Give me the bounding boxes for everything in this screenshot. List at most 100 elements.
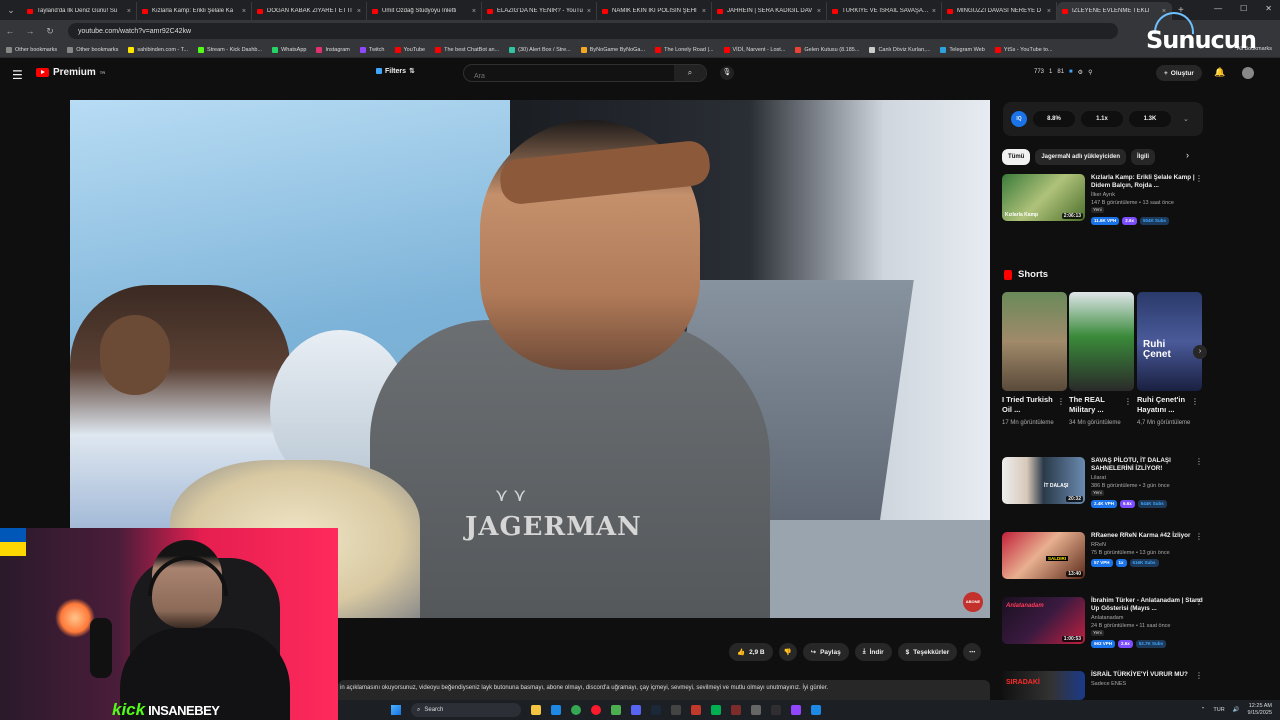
video-thumbnail[interactable]: SIRADAKİ	[1002, 671, 1085, 700]
subscribe-watermark[interactable]: ABONE OL	[963, 592, 983, 612]
bookmark-item[interactable]: Other bookmarks	[6, 46, 57, 53]
app-icon[interactable]	[731, 705, 741, 715]
bookmark-item[interactable]: Telegram Web	[940, 46, 985, 53]
app-icon[interactable]	[791, 705, 801, 715]
video-title[interactable]: İSRAİL TÜRKİYE'Yİ VURUR MU?	[1091, 671, 1203, 679]
volume-icon[interactable]: 🔊	[1233, 707, 1240, 713]
filters-button[interactable]: Filters ⇅	[376, 67, 415, 75]
thanks-button[interactable]: $ Teşekkürler	[897, 643, 958, 661]
edge-icon[interactable]	[551, 705, 561, 715]
short-title[interactable]: I Tried Turkish Oil ...	[1002, 395, 1062, 415]
related-video[interactable]: Kızlarla Kamp 2:06:13 Kızlarla Kamp: Eri…	[1002, 174, 1207, 225]
obs-icon[interactable]	[771, 705, 781, 715]
more-vert-icon[interactable]: ⋮	[1195, 174, 1203, 183]
more-vert-icon[interactable]: ⋮	[1195, 671, 1203, 680]
extension-chip-multiplier[interactable]: 1.1x	[1081, 111, 1123, 127]
bookmark-item[interactable]: Gelen Kutusu (8.185...	[795, 46, 859, 53]
chevron-right-icon[interactable]: ›	[1186, 150, 1189, 160]
short-thumbnail[interactable]	[1002, 292, 1067, 391]
video-title[interactable]: İbrahim Türker - Anlatanadam | Stand Up …	[1091, 597, 1203, 613]
close-tab-icon[interactable]: ×	[242, 8, 246, 15]
related-video[interactable]: Anlatanadam 1:00:53 İbrahim Türker - Anl…	[1002, 597, 1207, 648]
steam-icon[interactable]	[651, 705, 661, 715]
close-tab-icon[interactable]: ×	[357, 8, 361, 15]
back-icon[interactable]: ←	[0, 26, 20, 36]
browser-tab[interactable]: DOĞAN KABAK ZİYARET ETTİ ×	[252, 2, 367, 20]
browser-tab[interactable]: NAMIK EKİN İKİ POLİSİN ŞEHİ ×	[597, 2, 712, 20]
menu-icon[interactable]: ☰	[12, 68, 23, 82]
share-button[interactable]: ↪ Paylaş	[802, 643, 849, 661]
related-video[interactable]: İT DALAŞI 20:32 SAVAŞ PİLOTU, İT DALAŞI …	[1002, 457, 1207, 508]
clock[interactable]: 12:25 AM 9/15/2025	[1248, 703, 1272, 716]
extension-logo[interactable]: IQ	[1011, 111, 1027, 127]
channel-name[interactable]: Lilarat	[1091, 475, 1203, 482]
tab-search-icon[interactable]: ⌄	[0, 0, 22, 20]
bookmark-item[interactable]: WhatsApp	[272, 46, 306, 53]
chip-uploader[interactable]: JagermaN adlı yükleyiciden	[1035, 149, 1127, 165]
taskbar-search[interactable]: ⌕ Search	[411, 703, 521, 717]
short-thumbnail[interactable]: Ruhi Çenet	[1137, 292, 1202, 391]
like-button[interactable]: 👍 2,9 B	[729, 643, 773, 661]
browser-tab[interactable]: MİNGUZZİ DAVASI NEREYE D ×	[942, 2, 1057, 20]
channel-name[interactable]: Anlatanadam	[1091, 615, 1203, 622]
url-input[interactable]: youtube.com/watch?v=amr92C42kw	[68, 23, 1118, 39]
bookmark-item[interactable]: The best ChatBot an...	[435, 46, 499, 53]
bookmark-item[interactable]: ByNoGame ByNoGa...	[580, 46, 645, 53]
download-button[interactable]: ⤓ İndir	[854, 643, 892, 661]
bookmark-item[interactable]: YouTube	[394, 46, 425, 53]
microphone-icon[interactable]: 🎙	[720, 66, 734, 80]
search-icon[interactable]: ⌕	[674, 65, 706, 81]
app-icon[interactable]	[691, 705, 701, 715]
channel-name[interactable]: RReN	[1091, 542, 1203, 549]
video-thumbnail[interactable]: İT DALAŞI 20:32	[1002, 457, 1085, 504]
video-thumbnail[interactable]: SALDIRI 13:40	[1002, 532, 1085, 579]
bookmark-item[interactable]: (30) Alert Box / Stre...	[509, 46, 571, 53]
bookmark-item[interactable]: The Lonely Road |...	[655, 46, 714, 53]
close-tab-icon[interactable]: ×	[1047, 8, 1051, 15]
related-video[interactable]: SIRADAKİ İSRAİL TÜRKİYE'Yİ VURUR MU? Sad…	[1002, 671, 1207, 700]
bookmark-item[interactable]: Instagram	[316, 46, 350, 53]
spotify-icon[interactable]	[711, 705, 721, 715]
account-avatar[interactable]	[1242, 67, 1254, 79]
more-vert-icon[interactable]: ⋮	[1057, 397, 1065, 406]
chevron-up-icon[interactable]: ⌃	[1201, 707, 1206, 713]
browser-tab[interactable]: ELAZIĞ'DA NE YENİR? - YouTu ×	[482, 2, 597, 20]
keyboard-language[interactable]: TUR	[1213, 707, 1224, 713]
youtube-logo[interactable]: Premium TR	[36, 67, 105, 78]
bookmark-item[interactable]: YtSs - YouTube to...	[994, 46, 1053, 53]
video-title[interactable]: SAVAŞ PİLOTU, İT DALAŞI SAHNELERİNİ İZLİ…	[1091, 457, 1203, 473]
related-video[interactable]: SALDIRI 13:40 RRaenee RReN Karma #42 İzl…	[1002, 532, 1207, 579]
more-vert-icon[interactable]: ⋮	[1124, 397, 1132, 406]
bookmark-item[interactable]: Twitch	[359, 46, 385, 53]
browser-tab[interactable]: TÜRKİYE VE İSRAİL SAVAŞA M ×	[827, 2, 942, 20]
browser-tab[interactable]: Kızlarla Kamp: Erikli Şelale Ka ×	[137, 2, 252, 20]
more-vert-icon[interactable]: ⋮	[1191, 397, 1199, 406]
forward-icon[interactable]: →	[20, 26, 40, 36]
close-tab-icon[interactable]: ×	[472, 8, 476, 15]
chevron-down-icon[interactable]: ⌄	[1183, 115, 1189, 123]
close-tab-icon[interactable]: ×	[587, 8, 591, 15]
short-thumbnail[interactable]	[1069, 292, 1134, 391]
video-thumbnail[interactable]: Kızlarla Kamp 2:06:13	[1002, 174, 1085, 221]
more-vert-icon[interactable]: ⋮	[1195, 457, 1203, 466]
discord-icon[interactable]	[631, 705, 641, 715]
extension-chip-count[interactable]: 1.3K	[1129, 111, 1171, 127]
chip-all[interactable]: Tümü	[1002, 149, 1031, 165]
app-icon[interactable]	[671, 705, 681, 715]
close-tab-icon[interactable]: ×	[702, 8, 706, 15]
close-tab-icon[interactable]: ×	[817, 8, 821, 15]
shorts-next-icon[interactable]: ›	[1193, 345, 1207, 359]
more-vert-icon[interactable]: ⋮	[1195, 532, 1203, 541]
more-actions-button[interactable]: ⋯	[963, 643, 982, 661]
app-icon[interactable]	[611, 705, 621, 715]
opera-icon[interactable]	[591, 705, 601, 715]
app-icon[interactable]	[811, 705, 821, 715]
dislike-button[interactable]: 👎	[778, 643, 797, 661]
create-button[interactable]: + Oluştur	[1156, 65, 1202, 81]
settings-icon[interactable]: ⚙	[1078, 69, 1083, 76]
video-title[interactable]: Kızlarla Kamp: Erikli Şelale Kamp | Dide…	[1091, 174, 1203, 190]
extension-chip-rate[interactable]: 8.8%	[1033, 111, 1075, 127]
bookmark-item[interactable]: sahibinden.com - T...	[128, 46, 188, 53]
extension-icon[interactable]: ■	[1069, 69, 1073, 76]
reload-icon[interactable]: ↻	[40, 26, 60, 37]
